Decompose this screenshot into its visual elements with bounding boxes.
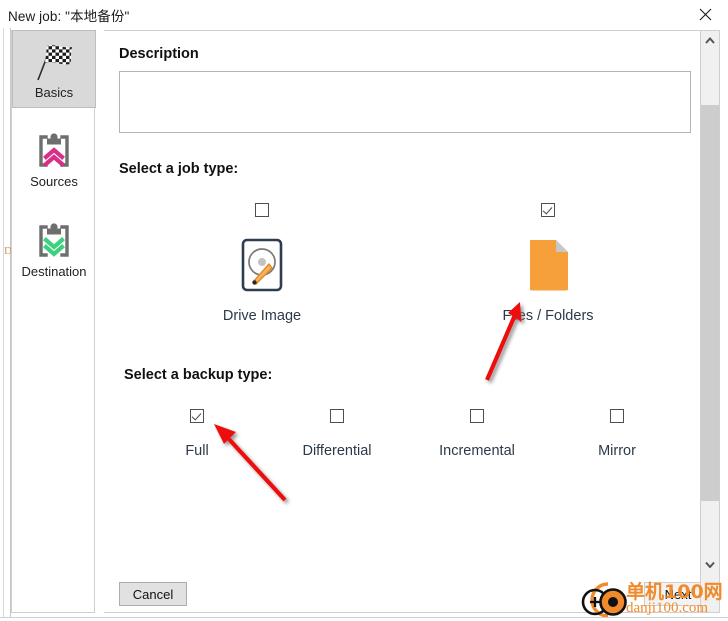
window-title: New job: "本地备份" (8, 9, 130, 24)
close-button[interactable] (682, 0, 728, 28)
scrollbar-thumb[interactable] (701, 105, 719, 501)
chevron-up-icon (705, 37, 715, 44)
backup-type-label: Mirror (598, 443, 636, 459)
chevron-down-icon (705, 561, 715, 568)
job-type-option-files-folders[interactable]: Files / Folders (468, 203, 628, 324)
job-type-label: Drive Image (222, 308, 302, 324)
sidebar-item-label: Basics (34, 85, 74, 100)
backup-type-heading: Select a backup type: (124, 367, 273, 383)
sidebar-item-basics[interactable]: Basics (12, 30, 96, 108)
clipboard-up-arrows-icon (33, 129, 75, 173)
wizard-content-panel: Description Select a job type: Drive Ima… (104, 30, 701, 613)
window-frame-bottom-edge (0, 617, 728, 621)
scroll-up-button[interactable] (701, 32, 719, 49)
backup-type-label: Incremental (439, 443, 515, 459)
backup-type-label: Differential (302, 443, 372, 459)
scroll-down-button[interactable] (701, 556, 719, 573)
backup-type-checkbox[interactable] (470, 409, 484, 423)
vertical-scrollbar[interactable] (701, 30, 720, 613)
job-type-checkbox[interactable] (541, 203, 555, 217)
wizard-sidebar: Basics Sources Destination (11, 30, 96, 613)
clipboard-down-arrows-icon (33, 219, 75, 263)
backup-type-checkbox[interactable] (190, 409, 204, 423)
sidebar-item-label: Destination (21, 264, 87, 279)
sidebar-item-sources[interactable]: Sources (12, 120, 96, 198)
next-button[interactable]: Next (644, 582, 700, 606)
sidebar-item-destination[interactable]: Destination (12, 210, 96, 288)
job-type-label: Files / Folders (502, 308, 594, 324)
title-bar: New job: "本地备份" (0, 0, 728, 28)
window-frame-left-edge (3, 28, 4, 617)
new-job-dialog: New job: "本地备份" D Basics Sources Destina… (0, 0, 728, 621)
backup-type-checkbox[interactable] (610, 409, 624, 423)
description-heading: Description (119, 46, 199, 62)
backup-type-option-full[interactable]: Full (137, 409, 257, 459)
job-type-heading: Select a job type: (119, 161, 239, 177)
description-input[interactable] (119, 71, 691, 133)
sidebar-item-label: Sources (30, 174, 78, 189)
hard-drive-icon (241, 237, 283, 293)
backup-type-option-mirror[interactable]: Mirror (557, 409, 677, 459)
backup-type-option-differential[interactable]: Differential (277, 409, 397, 459)
backup-type-option-incremental[interactable]: Incremental (417, 409, 537, 459)
document-file-icon (526, 237, 570, 293)
checkered-flag-icon (32, 40, 76, 84)
job-type-checkbox[interactable] (255, 203, 269, 217)
job-type-option-drive-image[interactable]: Drive Image (182, 203, 342, 324)
close-icon (699, 8, 711, 20)
backup-type-checkbox[interactable] (330, 409, 344, 423)
backup-type-label: Full (185, 443, 209, 459)
cancel-button[interactable]: Cancel (119, 582, 187, 606)
